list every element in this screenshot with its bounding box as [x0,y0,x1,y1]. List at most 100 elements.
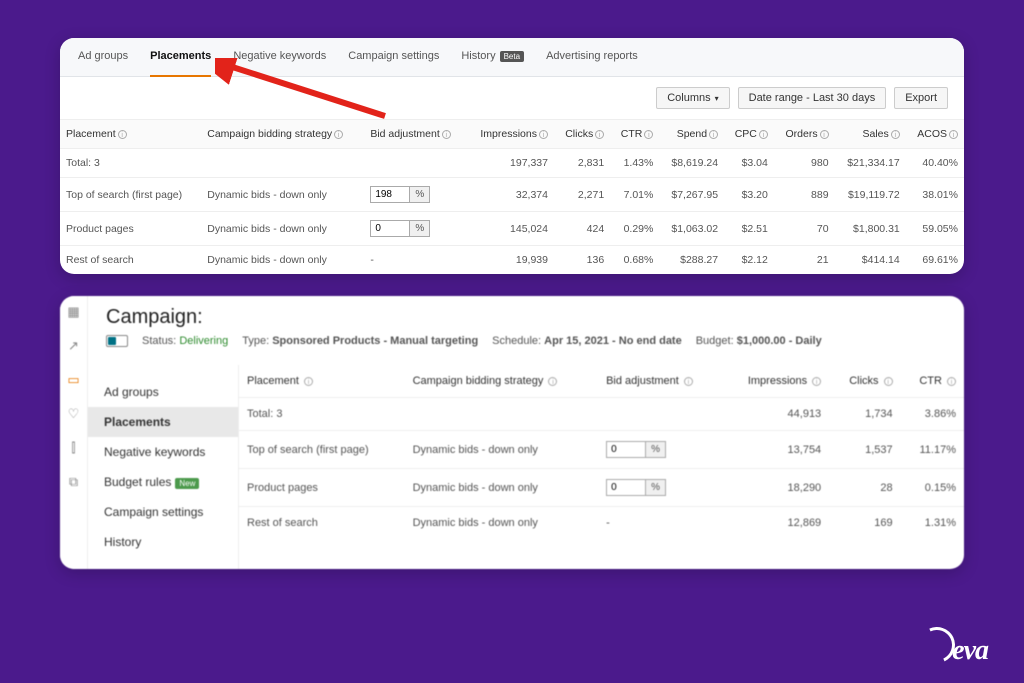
total-impressions: 44,913 [722,398,829,431]
cell-ctr: 11.17% [901,431,964,469]
cell-ctr: 0.68% [610,246,659,275]
cell-acos: 69.61% [906,246,964,275]
table-row: Rest of search Dynamic bids - down only … [60,246,964,275]
cell-impressions: 12,869 [722,507,829,540]
cell-orders: 21 [774,246,835,275]
info-icon: i [949,130,958,139]
percent-label: % [646,441,666,458]
col-bid-adjustment[interactable]: Bid adjustmenti [364,120,466,149]
tab-campaign-settings[interactable]: Campaign settings [348,50,439,68]
info-icon: i [644,130,653,139]
info-icon: i [334,130,343,139]
bid-adjustment-input[interactable] [370,220,410,237]
cell-placement: Rest of search [239,507,405,540]
table-row: Product pages Dynamic bids - down only %… [239,469,964,507]
cell-sales: $414.14 [835,246,906,275]
campaign-budget: $1,000.00 - Daily [737,335,822,347]
col-clicks[interactable]: Clicksi [554,120,610,149]
col-impressions[interactable]: Impressions i [722,365,829,398]
sidebar-item-negative-keywords[interactable]: Negative keywords [88,437,238,467]
cell-strategy: Dynamic bids - down only [201,246,364,275]
tab-advertising-reports[interactable]: Advertising reports [546,50,638,68]
sidebar-item-ad-groups[interactable]: Ad groups [88,377,238,407]
cell-placement: Product pages [239,469,405,507]
cell-clicks: 424 [554,212,610,246]
info-icon: i [759,130,768,139]
sidebar-item-campaign-settings[interactable]: Campaign settings [88,497,238,527]
cell-impressions: 32,374 [466,178,554,212]
tab-ad-groups[interactable]: Ad groups [78,50,128,68]
bid-adjustment-input[interactable] [370,186,410,203]
col-cpc[interactable]: CPCi [724,120,774,149]
cell-impressions: 18,290 [722,469,829,507]
total-ctr: 3.86% [901,398,964,431]
table-row: Product pages Dynamic bids - down only %… [60,212,964,246]
columns-button[interactable]: Columns▾ [656,87,729,109]
info-icon: i [947,377,956,386]
bid-adjustment-input[interactable] [606,441,646,458]
col-spend[interactable]: Spendi [659,120,724,149]
total-label: Total: 3 [239,398,405,431]
cell-clicks: 136 [554,246,610,275]
cell-acos: 38.01% [906,178,964,212]
col-bid-adjustment[interactable]: Bid adjustment i [598,365,722,398]
cell-sales: $1,800.31 [835,212,906,246]
new-badge: New [175,478,199,489]
cell-strategy: Dynamic bids - down only [201,178,364,212]
copy-icon[interactable]: ⧉ [69,474,78,490]
campaign-schedule: Apr 15, 2021 - No end date [544,335,682,347]
icon-rail: ▦ ↗ ▭ ♡ ⫿ ⧉ [60,296,88,569]
total-cpc: $3.04 [724,149,774,178]
total-orders: 980 [774,149,835,178]
grid-icon[interactable]: ▦ [67,304,79,320]
col-placement[interactable]: Placement i [239,365,405,398]
cell-ctr: 1.31% [901,507,964,540]
col-orders[interactable]: Ordersi [774,120,835,149]
cell-sales: $19,119.72 [835,178,906,212]
bid-adjustment-input[interactable] [606,479,646,496]
cell-strategy: Dynamic bids - down only [405,469,599,507]
cell-strategy: Dynamic bids - down only [405,507,599,540]
tab-negative-keywords[interactable]: Negative keywords [233,50,326,68]
col-clicks[interactable]: Clicks i [829,365,900,398]
cell-orders: 889 [774,178,835,212]
col-sales[interactable]: Salesi [835,120,906,149]
bars-icon[interactable]: ⫿ [71,440,75,456]
col-ctr[interactable]: CTR i [901,365,964,398]
trend-icon[interactable]: ↗ [68,338,79,354]
percent-label: % [410,220,430,237]
info-icon: i [548,377,557,386]
chevron-down-icon: ▾ [715,94,719,103]
col-impressions[interactable]: Impressionsi [466,120,554,149]
cell-impressions: 145,024 [466,212,554,246]
export-button[interactable]: Export [894,87,948,109]
cell-cpc: $2.12 [724,246,774,275]
col-strategy[interactable]: Campaign bidding strategyi [201,120,364,149]
table-toolbar: Columns▾ Date range - Last 30 days Expor… [60,77,964,120]
placements-table-bottom: Placement i Campaign bidding strategy i … [239,365,964,539]
tab-history[interactable]: HistoryBeta [461,50,524,68]
date-range-button[interactable]: Date range - Last 30 days [738,87,887,109]
col-strategy[interactable]: Campaign bidding strategy i [405,365,599,398]
col-placement[interactable]: Placementi [60,120,201,149]
col-ctr[interactable]: CTRi [610,120,659,149]
cell-cpc: $2.51 [724,212,774,246]
cell-strategy: Dynamic bids - down only [201,212,364,246]
cell-impressions: 13,754 [722,431,829,469]
campaign-sidenav: Ad groups Placements Negative keywords B… [88,365,238,569]
sidebar-item-budget-rules[interactable]: Budget rulesNew [88,467,238,497]
status-toggle[interactable] [106,335,128,347]
cell-strategy: Dynamic bids - down only [405,431,599,469]
shield-icon[interactable]: ♡ [68,406,80,422]
col-acos[interactable]: ACOSi [906,120,964,149]
sidebar-item-placements[interactable]: Placements [88,407,238,437]
total-label: Total: 3 [60,149,201,178]
tab-placements[interactable]: Placements [150,50,211,77]
percent-label: % [410,186,430,203]
sidebar-item-history[interactable]: History [88,527,238,557]
campaign-header: Campaign: Status: Delivering Type: Spons… [88,296,964,365]
wallet-icon[interactable]: ▭ [67,372,79,388]
cell-spend: $1,063.02 [659,212,724,246]
info-icon: i [442,130,451,139]
table-row-total: Total: 3 197,337 2,831 1.43% $8,619.24 $… [60,149,964,178]
